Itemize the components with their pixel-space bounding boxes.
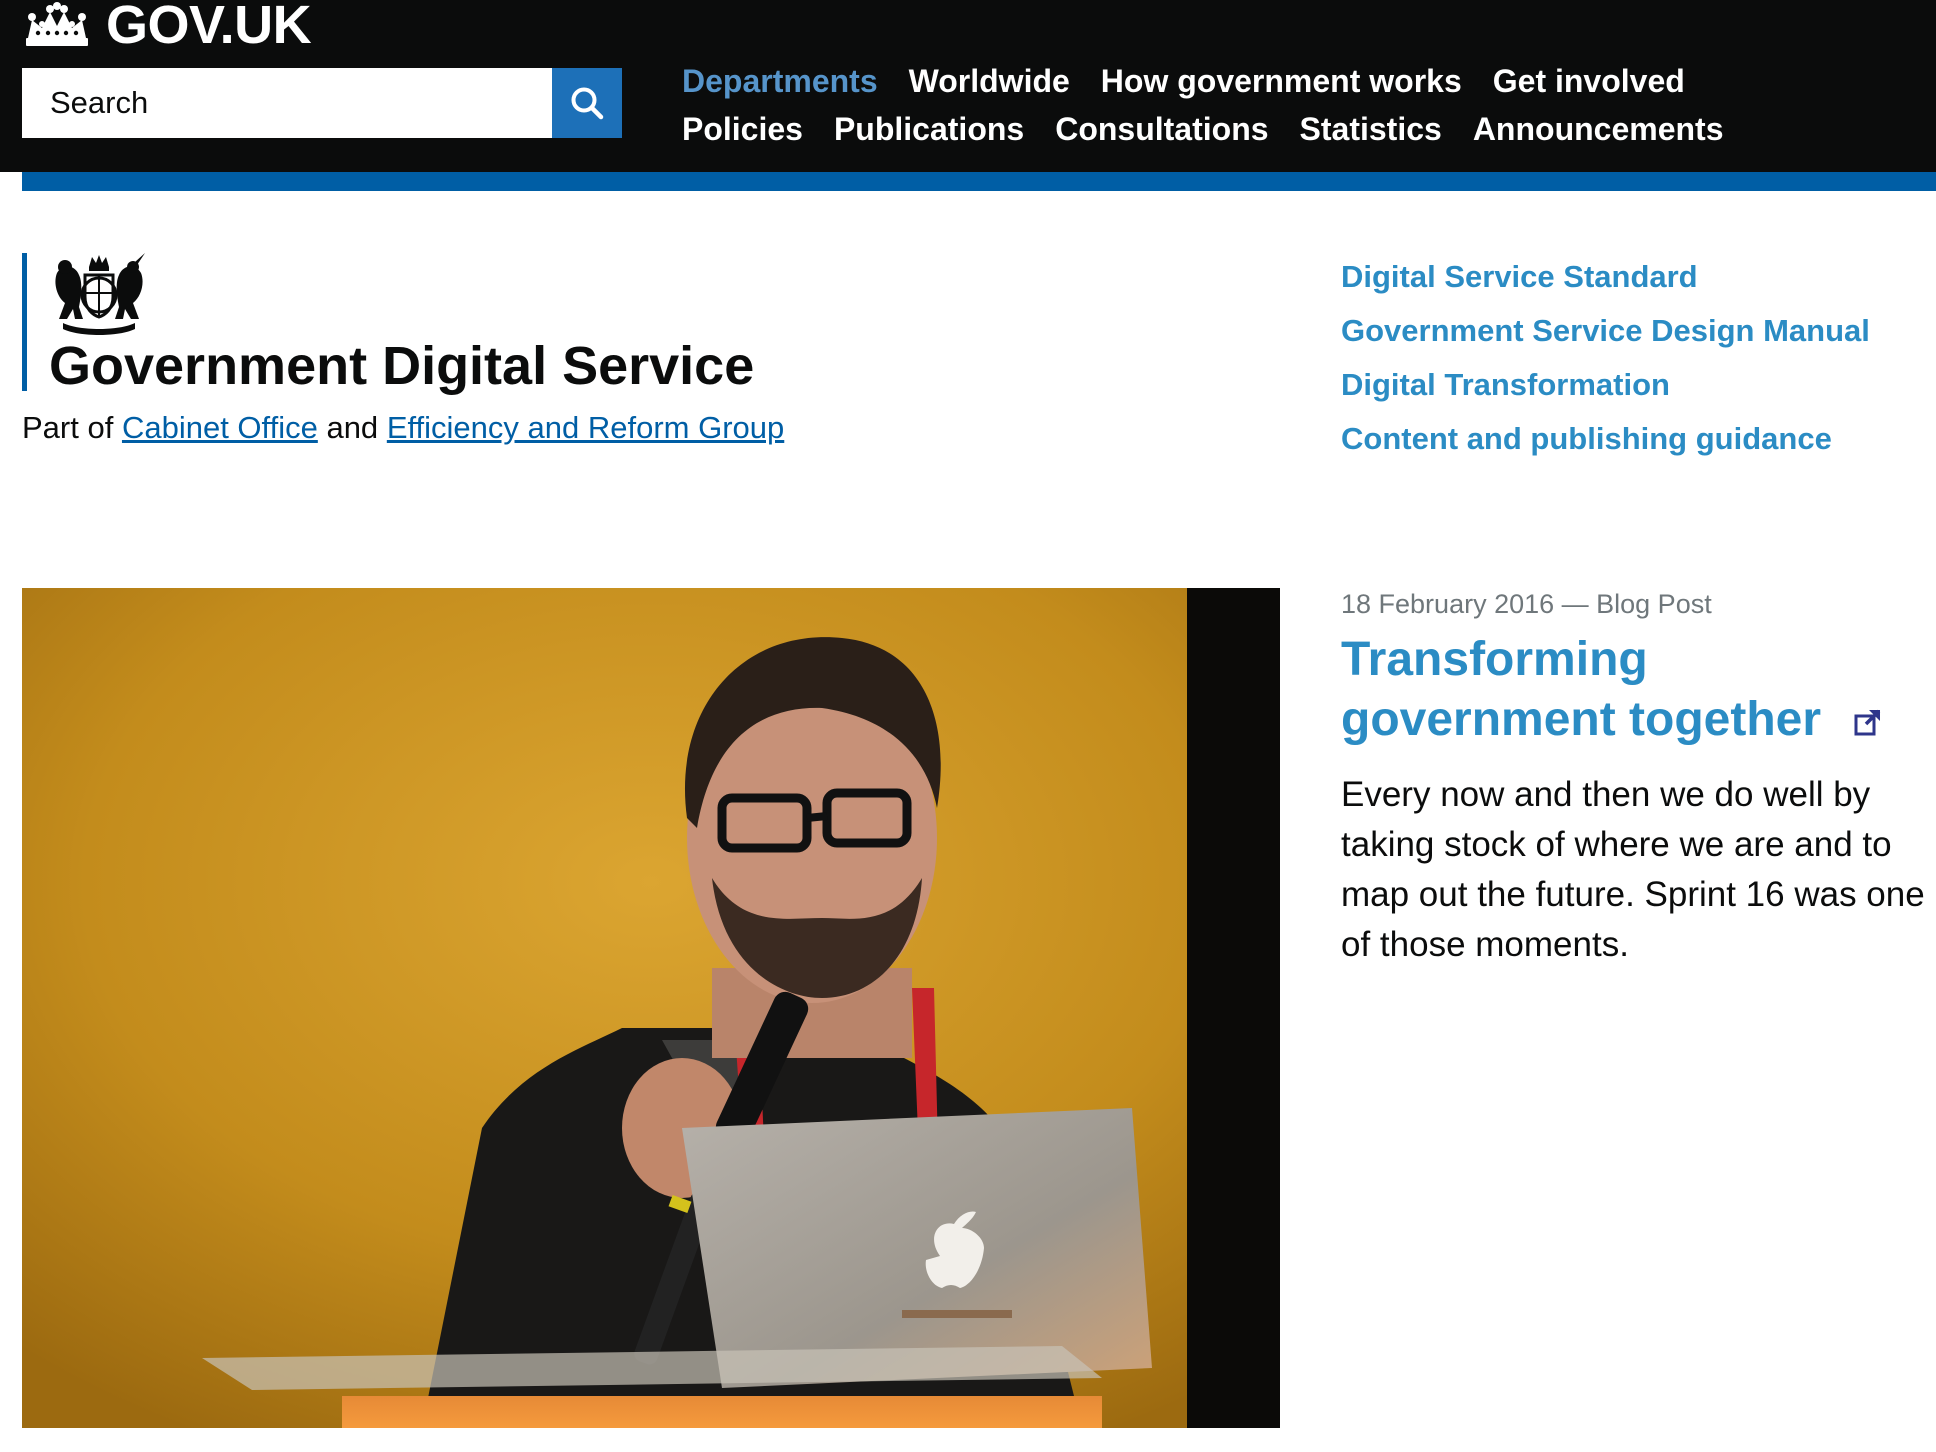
nav-consultations[interactable]: Consultations bbox=[1055, 108, 1268, 150]
efficiency-reform-group-link[interactable]: Efficiency and Reform Group bbox=[387, 410, 784, 445]
search-input[interactable] bbox=[22, 68, 552, 138]
parent-joiner: and bbox=[326, 410, 379, 445]
govuk-logo-link[interactable]: GOV.UK bbox=[22, 0, 312, 55]
link-digital-service-standard[interactable]: Digital Service Standard bbox=[1341, 250, 1870, 304]
link-service-design-manual[interactable]: Government Service Design Manual bbox=[1341, 304, 1870, 358]
search-icon bbox=[571, 87, 604, 120]
nav-how-government-works[interactable]: How government works bbox=[1101, 60, 1462, 102]
nav-departments[interactable]: Departments bbox=[682, 60, 878, 102]
crown-icon bbox=[26, 2, 88, 46]
speaker-photo bbox=[22, 588, 1280, 1428]
featured-links: Digital Service Standard Government Serv… bbox=[1341, 250, 1870, 466]
nav-statistics[interactable]: Statistics bbox=[1300, 108, 1442, 150]
primary-nav-row-2: Policies Publications Consultations Stat… bbox=[682, 108, 1755, 150]
feature-headline-text: Transforming government together bbox=[1341, 633, 1822, 746]
link-digital-transformation[interactable]: Digital Transformation bbox=[1341, 358, 1870, 412]
link-content-publishing-guidance[interactable]: Content and publishing guidance bbox=[1341, 412, 1870, 466]
post-meta: 18 February 2016 — Blog Post bbox=[1341, 589, 1712, 619]
primary-nav-row-1: Departments Worldwide How government wor… bbox=[682, 60, 1716, 102]
organisation-parent-line: Part of Cabinet Office and Efficiency an… bbox=[22, 408, 784, 448]
external-link-icon bbox=[1854, 710, 1881, 736]
nav-get-involved[interactable]: Get involved bbox=[1493, 60, 1685, 102]
nav-publications[interactable]: Publications bbox=[834, 108, 1024, 150]
nav-worldwide[interactable]: Worldwide bbox=[909, 60, 1070, 102]
feature-summary: Every now and then we do well by taking … bbox=[1341, 775, 1925, 964]
feature-headline-link[interactable]: Transforming government together bbox=[1341, 630, 1931, 750]
nav-policies[interactable]: Policies bbox=[682, 108, 803, 150]
site-header: GOV.UK Departments Worldwide How governm… bbox=[0, 0, 1936, 172]
royal-coat-of-arms-icon bbox=[55, 253, 145, 335]
organisation-logo: Government Digital Service bbox=[22, 253, 754, 396]
organisation-title: Government Digital Service bbox=[49, 336, 755, 396]
feature-image[interactable] bbox=[22, 588, 1280, 1428]
cabinet-office-link[interactable]: Cabinet Office bbox=[122, 410, 318, 445]
search-button[interactable] bbox=[552, 68, 622, 138]
search-form bbox=[22, 68, 622, 138]
header-accent-bar bbox=[22, 172, 1936, 191]
nav-announcements[interactable]: Announcements bbox=[1473, 108, 1724, 150]
parent-prefix: Part of bbox=[22, 410, 114, 445]
brand-name: GOV.UK bbox=[106, 0, 312, 55]
